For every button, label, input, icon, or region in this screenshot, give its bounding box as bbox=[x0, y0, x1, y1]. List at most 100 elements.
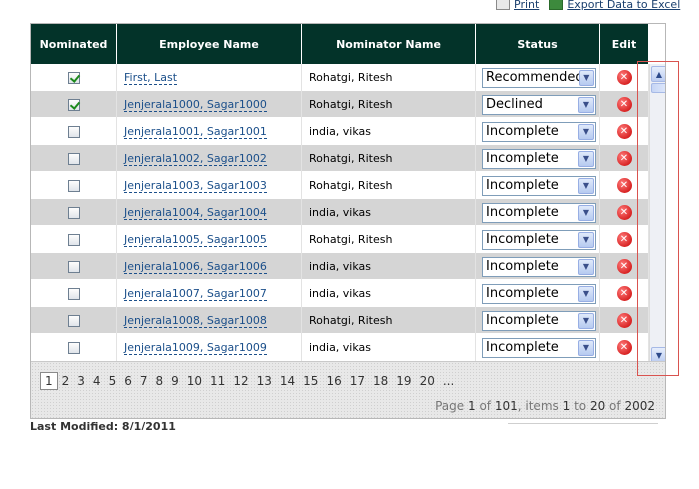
status-cell: Incomplete ▼ bbox=[476, 118, 600, 145]
delete-x-icon[interactable]: ✕ bbox=[616, 259, 632, 274]
status-cell: Recommended ▼ bbox=[476, 64, 600, 91]
employee-name-link[interactable]: First, Last bbox=[124, 71, 178, 85]
page-link[interactable]: 18 bbox=[369, 374, 392, 388]
status-select[interactable]: Incomplete ▼ bbox=[482, 310, 596, 331]
page-link[interactable]: 2 bbox=[58, 374, 74, 388]
status-select[interactable]: Recommended ▼ bbox=[482, 67, 596, 88]
status-select[interactable]: Incomplete ▼ bbox=[482, 202, 596, 223]
chevron-down-icon[interactable]: ▼ bbox=[578, 312, 594, 329]
page-link[interactable]: 14 bbox=[276, 374, 299, 388]
nominated-cell bbox=[31, 334, 117, 361]
employee-cell: Jenjerala1009, Sagar1009 bbox=[117, 334, 302, 361]
excel-icon bbox=[549, 0, 564, 10]
chevron-down-icon[interactable]: ▼ bbox=[578, 96, 594, 113]
status-select[interactable]: Incomplete ▼ bbox=[482, 121, 596, 142]
nominated-checkbox[interactable] bbox=[67, 233, 80, 246]
nominated-checkbox[interactable] bbox=[67, 125, 80, 138]
employee-name-link[interactable]: Jenjerala1008, Sagar1008 bbox=[124, 314, 267, 328]
page-link[interactable]: 7 bbox=[136, 374, 152, 388]
status-select[interactable]: Incomplete ▼ bbox=[482, 148, 596, 169]
table-row: Jenjerala1004, Sagar1004 india, vikas Inco… bbox=[31, 199, 649, 226]
page-link[interactable]: 3 bbox=[73, 374, 89, 388]
employee-name-link[interactable]: Jenjerala1003, Sagar1003 bbox=[124, 179, 267, 193]
chevron-down-icon[interactable]: ▼ bbox=[578, 231, 594, 248]
nominated-checkbox[interactable] bbox=[67, 98, 80, 111]
chevron-down-icon[interactable]: ▼ bbox=[578, 339, 594, 356]
export-excel-link[interactable]: Export Data to Excel bbox=[549, 0, 680, 14]
status-select[interactable]: Incomplete ▼ bbox=[482, 256, 596, 277]
table-row: Jenjerala1002, Sagar1002 Rohatgi, Ritesh I… bbox=[31, 145, 649, 172]
chevron-down-icon[interactable]: ▼ bbox=[578, 204, 594, 221]
status-select-value: Incomplete bbox=[486, 313, 559, 328]
col-header-employee-name[interactable]: Employee Name bbox=[117, 24, 302, 64]
chevron-down-icon[interactable]: ▼ bbox=[578, 69, 594, 86]
chevron-down-icon[interactable]: ▼ bbox=[578, 150, 594, 167]
nominated-checkbox[interactable] bbox=[67, 314, 80, 327]
employee-name-link[interactable]: Jenjerala1001, Sagar1001 bbox=[124, 125, 267, 139]
page-link[interactable]: 19 bbox=[392, 374, 415, 388]
nominated-cell bbox=[31, 64, 117, 91]
col-header-nominated[interactable]: Nominated bbox=[31, 24, 117, 64]
page-link[interactable]: 20 bbox=[416, 374, 439, 388]
page-link[interactable]: 8 bbox=[151, 374, 167, 388]
employee-name-link[interactable]: Jenjerala1009, Sagar1009 bbox=[124, 341, 267, 355]
delete-x-icon[interactable]: ✕ bbox=[616, 205, 632, 220]
nominator-cell: india, vikas bbox=[302, 118, 476, 145]
page-link[interactable]: 13 bbox=[253, 374, 276, 388]
employee-cell: Jenjerala1006, Sagar1006 bbox=[117, 253, 302, 280]
page-link[interactable]: 17 bbox=[346, 374, 369, 388]
delete-x-icon[interactable]: ✕ bbox=[616, 178, 632, 193]
employee-name-link[interactable]: Jenjerala1007, Sagar1007 bbox=[124, 287, 267, 301]
nominated-checkbox[interactable] bbox=[67, 179, 80, 192]
delete-x-icon[interactable]: ✕ bbox=[616, 313, 632, 328]
page-link[interactable]: 11 bbox=[206, 374, 229, 388]
nominated-checkbox[interactable] bbox=[67, 152, 80, 165]
delete-x-icon[interactable]: ✕ bbox=[616, 124, 632, 139]
status-select[interactable]: Incomplete ▼ bbox=[482, 283, 596, 304]
chevron-down-icon[interactable]: ▼ bbox=[578, 177, 594, 194]
table-row: Jenjerala1000, Sagar1000 Rohatgi, Ritesh D… bbox=[31, 91, 649, 118]
employee-cell: First, Last bbox=[117, 64, 302, 91]
print-link[interactable]: Print bbox=[496, 0, 539, 14]
page-link[interactable]: 15 bbox=[299, 374, 322, 388]
page-link[interactable]: 1 bbox=[40, 372, 58, 390]
page-link[interactable]: 9 bbox=[167, 374, 183, 388]
employee-name-link[interactable]: Jenjerala1005, Sagar1005 bbox=[124, 233, 267, 247]
delete-x-icon[interactable]: ✕ bbox=[616, 97, 632, 112]
page-link[interactable]: 16 bbox=[322, 374, 345, 388]
nominated-checkbox[interactable] bbox=[67, 71, 80, 84]
chevron-down-icon[interactable]: ▼ bbox=[578, 123, 594, 140]
employee-name-link[interactable]: Jenjerala1004, Sagar1004 bbox=[124, 206, 267, 220]
page-link[interactable]: 5 bbox=[105, 374, 121, 388]
status-select[interactable]: Declined ▼ bbox=[482, 94, 596, 115]
page-link[interactable]: 6 bbox=[120, 374, 136, 388]
chevron-down-icon[interactable]: ▼ bbox=[578, 285, 594, 302]
employee-name-link[interactable]: Jenjerala1000, Sagar1000 bbox=[124, 98, 267, 112]
nominated-checkbox[interactable] bbox=[67, 260, 80, 273]
employee-name-link[interactable]: Jenjerala1002, Sagar1002 bbox=[124, 152, 267, 166]
delete-x-icon[interactable]: ✕ bbox=[616, 151, 632, 166]
status-select-value: Recommended bbox=[486, 70, 579, 85]
status-select[interactable]: Incomplete ▼ bbox=[482, 229, 596, 250]
status-select[interactable]: Incomplete ▼ bbox=[482, 175, 596, 196]
employee-name-link[interactable]: Jenjerala1006, Sagar1006 bbox=[124, 260, 267, 274]
col-header-status[interactable]: Status bbox=[476, 24, 600, 64]
page-link[interactable]: 4 bbox=[89, 374, 105, 388]
page-link[interactable]: 10 bbox=[183, 374, 206, 388]
status-select[interactable]: Incomplete ▼ bbox=[482, 337, 596, 358]
col-header-nominator-name[interactable]: Nominator Name bbox=[302, 24, 476, 64]
pager-info: Page 1 of 101, items 1 to 20 of 2002 bbox=[435, 399, 655, 413]
chevron-down-icon[interactable]: ▼ bbox=[578, 258, 594, 275]
page-link[interactable]: 12 bbox=[229, 374, 252, 388]
page-more-link[interactable]: ... bbox=[439, 374, 458, 388]
table-row: Jenjerala1009, Sagar1009 india, vikas Inco… bbox=[31, 334, 649, 361]
delete-x-icon[interactable]: ✕ bbox=[616, 286, 632, 301]
delete-x-icon[interactable]: ✕ bbox=[616, 232, 632, 247]
delete-x-icon[interactable]: ✕ bbox=[616, 340, 632, 355]
nominator-cell: india, vikas bbox=[302, 199, 476, 226]
delete-x-icon[interactable]: ✕ bbox=[616, 70, 632, 85]
nominator-cell: Rohatgi, Ritesh bbox=[302, 91, 476, 118]
nominated-checkbox[interactable] bbox=[67, 206, 80, 219]
nominated-checkbox[interactable] bbox=[67, 341, 80, 354]
nominated-checkbox[interactable] bbox=[67, 287, 80, 300]
